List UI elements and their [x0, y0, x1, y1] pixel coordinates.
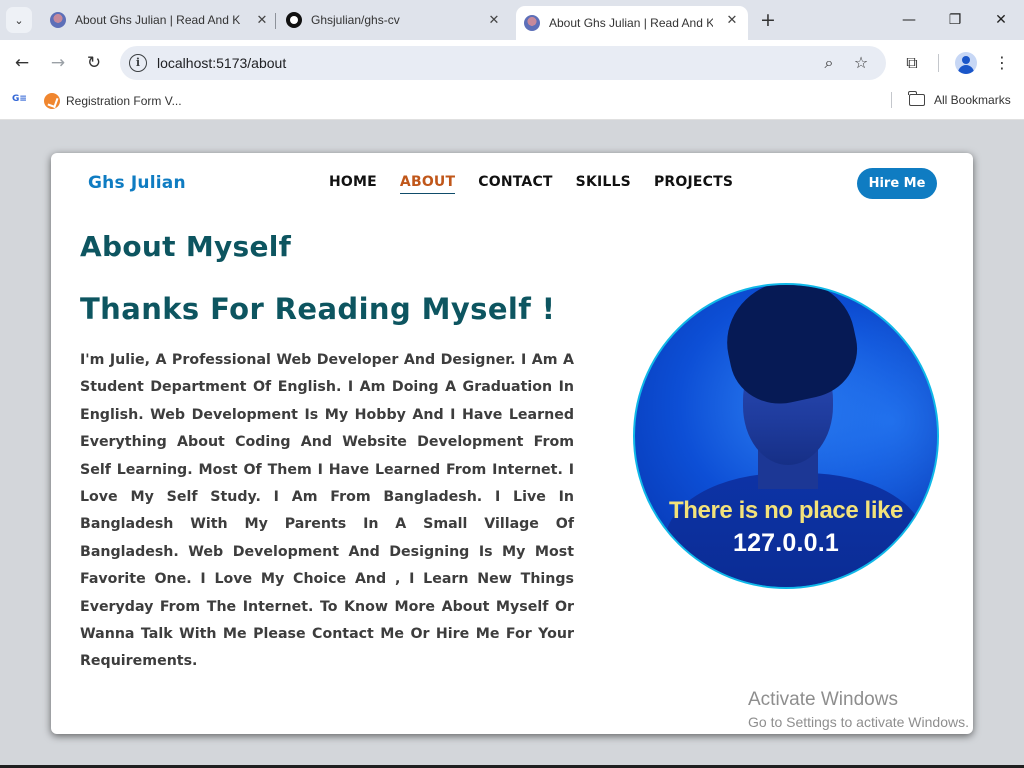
github-icon: [286, 12, 302, 28]
bookmarks-divider: [891, 92, 892, 108]
bookmark-registration-form[interactable]: Registration Form V...: [44, 93, 182, 109]
bio-paragraph: I'm Julie, A Professional Web Developer …: [80, 352, 574, 670]
tab-search-button[interactable]: ⌄: [6, 7, 32, 33]
window-close-icon[interactable]: ✕: [991, 10, 1011, 30]
browser-toolbar: ← → ↻ i localhost:5173/about ⌕ ☆ ⧉ ⋮: [0, 40, 1024, 86]
tab-title: Ghsjulian/ghs-cv: [311, 13, 400, 27]
address-bar[interactable]: i localhost:5173/about ⌕ ☆: [120, 46, 886, 80]
back-icon[interactable]: ←: [11, 52, 33, 74]
close-tab-icon[interactable]: ✕: [724, 12, 740, 28]
portrait-caption-line1: There is no place like: [669, 497, 903, 524]
apps-icon[interactable]: G≡: [12, 94, 27, 108]
tab-title: About Ghs Julian | Read And Kn: [549, 16, 713, 30]
maximize-icon[interactable]: ❐: [945, 10, 965, 30]
tab-strip: ⌄ About Ghs Julian | Read And Kn ✕ Ghsju…: [0, 0, 1024, 40]
folder-icon: [908, 91, 925, 106]
forward-icon[interactable]: →: [47, 52, 69, 74]
extensions-icon[interactable]: ⧉: [901, 52, 923, 74]
all-bookmarks-label: All Bookmarks: [934, 93, 1011, 107]
bookmarks-bar: G≡ Registration Form V... All Bookmarks: [0, 86, 1024, 120]
portrait-caption-line2: 127.0.0.1: [732, 529, 840, 557]
site-info-icon[interactable]: i: [129, 54, 147, 72]
julian-avatar-icon: [50, 12, 66, 28]
reload-icon[interactable]: ↻: [83, 52, 105, 74]
nav-home[interactable]: HOME: [329, 174, 377, 194]
toolbar-divider: [938, 54, 939, 72]
watermark-title: Activate Windows: [748, 689, 898, 710]
profile-portrait-image: There is no place like 127.0.0.1: [633, 283, 939, 589]
section-title: Thanks For Reading Myself !: [80, 292, 556, 326]
tab-about-active[interactable]: About Ghs Julian | Read And Kn ✕: [516, 6, 748, 40]
tab-divider: [275, 13, 276, 29]
menu-icon[interactable]: ⋮: [991, 52, 1013, 74]
close-tab-icon[interactable]: ✕: [254, 12, 270, 28]
bookmark-star-icon[interactable]: ☆: [851, 53, 871, 73]
nav-projects[interactable]: PROJECTS: [654, 174, 733, 194]
bookmark-label: Registration Form V...: [66, 94, 182, 108]
tab-about-1[interactable]: About Ghs Julian | Read And Kn ✕: [50, 6, 270, 34]
close-tab-icon[interactable]: ✕: [486, 12, 502, 28]
profile-avatar-icon[interactable]: [955, 52, 977, 74]
bookmark-favicon-icon: [44, 93, 60, 109]
nav-skills[interactable]: SKILLS: [576, 174, 631, 194]
tab-github[interactable]: Ghsjulian/ghs-cv ✕: [286, 6, 502, 34]
page-viewport: Ghs Julian HOME ABOUT CONTACT SKILLS PRO…: [0, 121, 1024, 768]
tab-title: About Ghs Julian | Read And Kn: [75, 13, 241, 27]
minimize-icon[interactable]: —: [899, 10, 919, 30]
nav-contact[interactable]: CONTACT: [478, 174, 552, 194]
url-text[interactable]: localhost:5173/about: [157, 55, 286, 71]
site-brand[interactable]: Ghs Julian: [88, 173, 186, 193]
new-tab-button[interactable]: +: [759, 11, 777, 30]
site-nav: HOME ABOUT CONTACT SKILLS PROJECTS: [329, 174, 756, 194]
zoom-icon[interactable]: ⌕: [819, 53, 839, 73]
hire-me-button[interactable]: Hire Me: [857, 168, 937, 199]
about-card: Ghs Julian HOME ABOUT CONTACT SKILLS PRO…: [51, 153, 973, 734]
all-bookmarks-button[interactable]: All Bookmarks: [908, 91, 1011, 107]
activate-windows-watermark: Activate Windows Go to Settings to activ…: [748, 689, 969, 730]
nav-about[interactable]: ABOUT: [399, 174, 456, 194]
julian-avatar-icon: [524, 15, 540, 31]
page-title: About Myself: [80, 230, 292, 263]
watermark-subtitle: Go to Settings to activate Windows.: [748, 714, 969, 730]
